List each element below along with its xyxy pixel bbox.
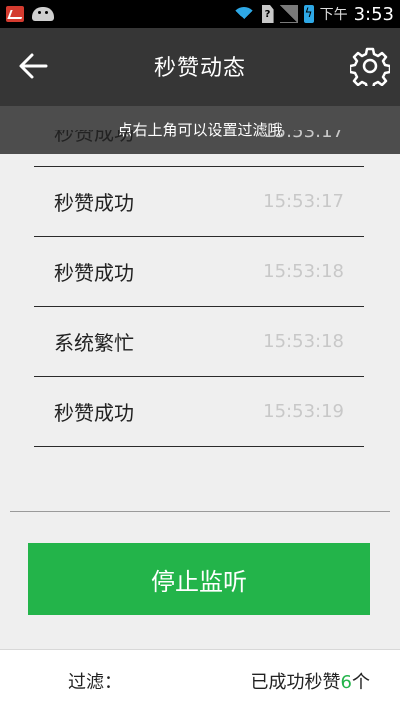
count-value: 6 (340, 672, 352, 693)
page-title: 秒赞动态 (153, 56, 246, 81)
gear-icon (348, 47, 392, 91)
filter-label[interactable]: 过滤： (68, 668, 122, 694)
log-time: 15:53:19 (263, 401, 344, 422)
log-status: 秒赞成功 (54, 261, 134, 285)
log-time: 15:53:17 (263, 191, 344, 212)
status-bar: ? 下午 3:53 (0, 0, 400, 31)
battery-icon (303, 5, 314, 23)
log-status: 秒赞成功 (54, 401, 134, 425)
list-item: 秒赞成功 15:53:18 (34, 237, 364, 307)
wifi-icon (231, 5, 256, 31)
stop-monitoring-button[interactable]: 停止监听 (28, 543, 370, 615)
title-bar: 秒赞动态 (0, 28, 400, 106)
list-item: 秒赞成功 15:53:19 (34, 377, 364, 447)
log-list[interactable]: 秒赞成功 15:53:17 秒赞成功 15:53:17 秒赞成功 15:53:1… (34, 130, 364, 476)
log-status: 秒赞成功 (54, 191, 134, 215)
list-item: 秒赞成功 15:53:17 (34, 167, 364, 237)
settings-button[interactable] (348, 46, 392, 91)
status-ampm: 下午 (319, 7, 348, 23)
list-item: 系统繁忙 15:53:18 (34, 307, 364, 377)
log-status: 系统繁忙 (54, 331, 134, 355)
android-icon (32, 7, 54, 21)
count-prefix: 已成功秒赞 (250, 672, 341, 693)
signal-icon (279, 5, 298, 23)
success-count: 已成功秒赞6个 (251, 668, 370, 694)
log-time: 15:53:18 (263, 331, 344, 352)
divider (10, 511, 390, 512)
log-time: 15:53:18 (263, 261, 344, 282)
sim-icon: ? (261, 5, 274, 23)
list-item: 秒赞成功 15:53:17 (34, 130, 364, 167)
app-icon (6, 6, 24, 22)
log-time: 15:53:17 (263, 130, 344, 142)
footer-bar: 过滤： 已成功秒赞6个 (0, 649, 400, 711)
status-time: 3:53 (353, 3, 394, 25)
log-status: 秒赞成功 (54, 130, 134, 145)
count-suffix: 个 (352, 672, 370, 693)
